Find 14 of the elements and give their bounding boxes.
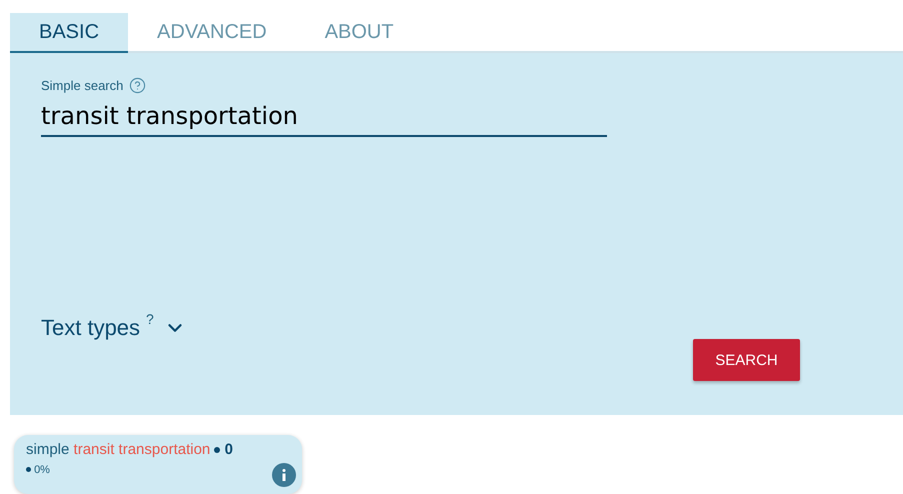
bullet-icon — [26, 467, 31, 472]
tab[interactable]: BASIC — [10, 13, 128, 53]
field-label: Simple search — [41, 78, 124, 93]
tab[interactable]: ADVANCED — [128, 13, 296, 53]
result-chip[interactable]: simple transit transportation 0 0% — [14, 434, 302, 494]
info-icon[interactable] — [272, 462, 296, 487]
text-types-label: Text types — [41, 315, 140, 341]
help-icon[interactable] — [129, 77, 146, 94]
result-summary: simple transit transportation 0 — [26, 440, 234, 458]
search-field[interactable]: transit transportation — [41, 98, 607, 137]
tab[interactable]: ABOUT — [296, 13, 423, 53]
bullet-icon — [214, 446, 220, 453]
search-button[interactable]: SEARCH — [693, 339, 800, 381]
help-mark[interactable]: ? — [146, 311, 154, 327]
